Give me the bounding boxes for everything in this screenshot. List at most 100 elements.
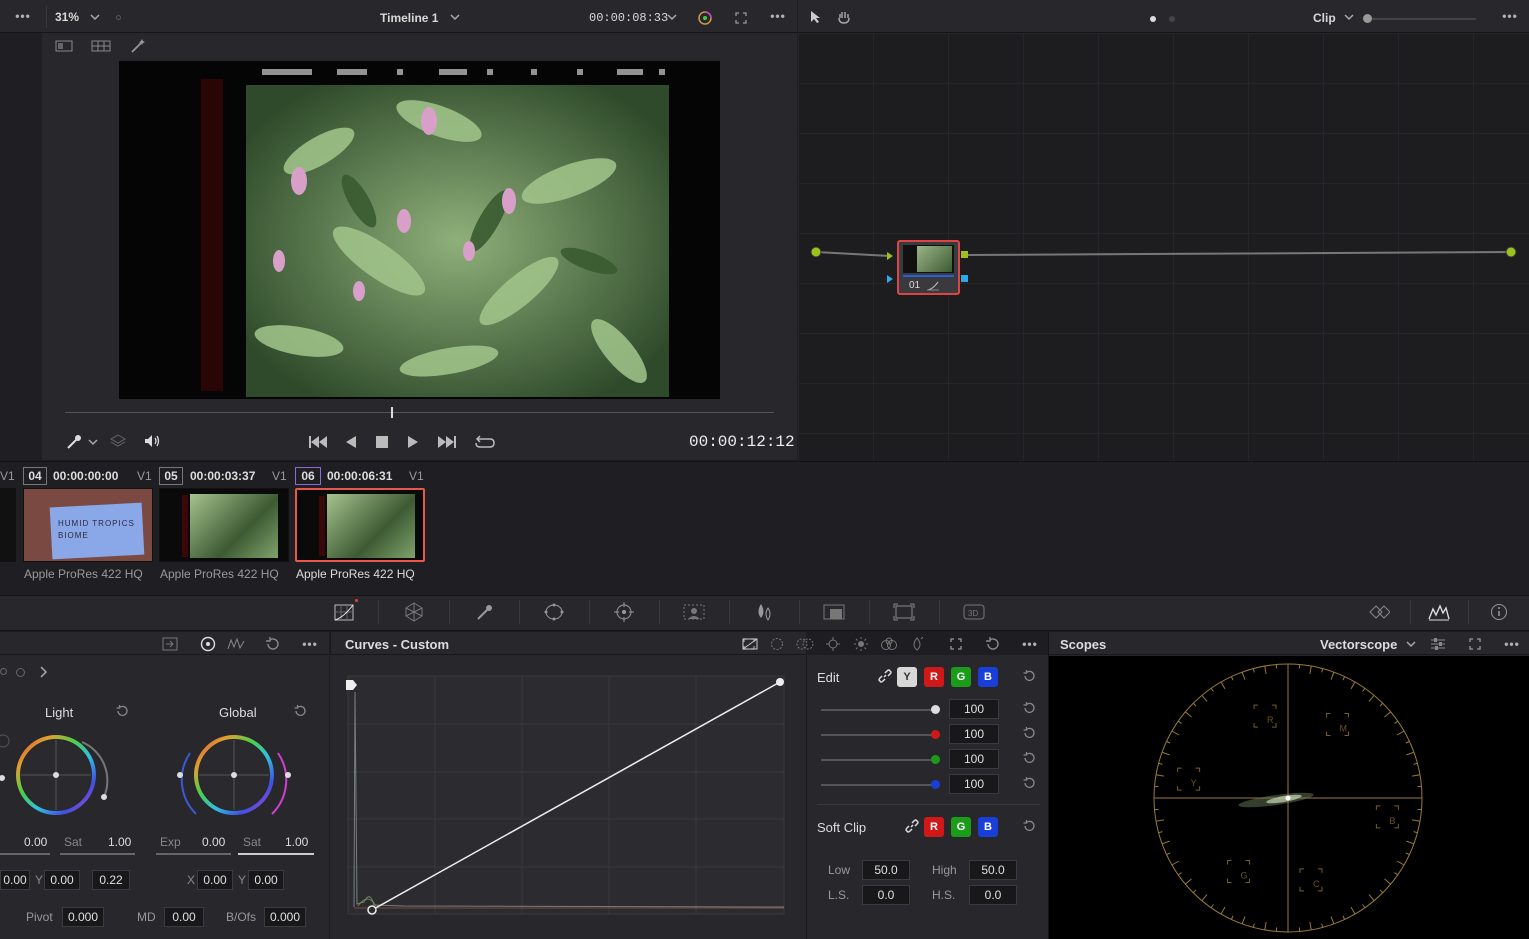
r-intensity-field[interactable]: 100	[949, 724, 999, 744]
md-field[interactable]: 0.00	[164, 907, 204, 927]
global-x-field[interactable]: 0.00	[197, 870, 233, 890]
eyedropper-icon[interactable]	[64, 433, 84, 451]
b-reset-icon[interactable]	[1021, 775, 1037, 791]
pointer-icon[interactable]	[808, 9, 824, 25]
tracker-icon[interactable]	[613, 601, 635, 623]
node-mode-label[interactable]: Clip	[1313, 11, 1336, 25]
exp-slider[interactable]	[156, 853, 231, 855]
soft-clip-r-button[interactable]: R	[924, 817, 944, 837]
y-reset-icon[interactable]	[1021, 700, 1037, 716]
wheels-mode-icon[interactable]	[160, 635, 180, 653]
b-slider-handle[interactable]	[931, 780, 940, 789]
skip-forward-icon[interactable]	[436, 433, 458, 451]
timeline-chevron-icon[interactable]	[449, 11, 461, 23]
node-editor[interactable]: 01	[798, 33, 1529, 460]
g-intensity-slider[interactable]	[821, 759, 939, 761]
curve-graph[interactable]	[344, 672, 788, 918]
skip-back-icon[interactable]	[307, 433, 329, 451]
main-timecode[interactable]: 00:00:12:12	[689, 433, 795, 451]
global-y-field[interactable]: 0.00	[248, 870, 284, 890]
channel-b-button[interactable]: B	[978, 667, 998, 687]
sat-vs-lum-icon[interactable]	[907, 636, 927, 652]
scope-settings-icon[interactable]	[1429, 636, 1447, 652]
pivot-field[interactable]: 0.000	[62, 907, 104, 927]
soft-clip-link-icon[interactable]	[904, 818, 920, 834]
chevron-right-icon[interactable]	[38, 665, 50, 679]
low-field[interactable]: 50.0	[862, 860, 910, 880]
prev-clip-thumbnail[interactable]	[0, 488, 16, 562]
r-intensity-slider[interactable]	[821, 734, 939, 736]
wheels-bars-icon[interactable]	[226, 635, 246, 653]
light-y-field[interactable]: 0.00	[44, 870, 80, 890]
g-slider-handle[interactable]	[931, 755, 940, 764]
speaker-icon[interactable]	[141, 432, 163, 450]
b-intensity-field[interactable]: 100	[949, 774, 999, 794]
page-dot[interactable]	[0, 668, 7, 675]
color-warper-icon[interactable]	[403, 601, 425, 623]
mode-chevron-icon[interactable]	[1343, 11, 1355, 23]
clip-thumbnail-04[interactable]: HUMID TROPICS BIOME	[23, 488, 153, 562]
y-intensity-slider[interactable]	[821, 709, 939, 711]
y-intensity-field[interactable]: 100	[949, 699, 999, 719]
play-reverse-icon[interactable]	[343, 433, 359, 451]
chevron-down-icon[interactable]	[88, 10, 102, 24]
viewer-options-icon[interactable]: •••	[12, 8, 34, 24]
light-sat-value[interactable]: 1.00	[108, 835, 131, 849]
light-reset-icon[interactable]	[114, 703, 130, 719]
color-mode-icon[interactable]	[696, 9, 714, 27]
node-zoom-handle[interactable]	[1363, 14, 1372, 23]
timecode-top[interactable]: 00:00:08:33	[589, 11, 668, 25]
sat-vs-sat-icon[interactable]	[879, 636, 899, 652]
node-options-icon[interactable]: •••	[1499, 8, 1521, 24]
curves-reset-icon[interactable]	[983, 635, 1003, 653]
scope-options-icon[interactable]: •••	[1500, 636, 1524, 652]
channel-r-button[interactable]: R	[924, 667, 944, 687]
info-icon[interactable]	[1488, 601, 1510, 623]
node-zoom-slider[interactable]	[1366, 18, 1476, 20]
custom-curve-icon[interactable]	[740, 636, 760, 652]
b-intensity-slider[interactable]	[821, 784, 939, 786]
blur-icon[interactable]	[753, 601, 775, 623]
clip-thumbnail-06[interactable]	[295, 488, 425, 562]
viewer-menu-icon[interactable]: •••	[767, 8, 789, 24]
node-rgb-input-icon[interactable]	[887, 252, 893, 260]
page-dot[interactable]	[16, 668, 25, 677]
hue-vs-hue-icon[interactable]	[767, 636, 787, 652]
r-slider-handle[interactable]	[931, 730, 940, 739]
soft-clip-g-button[interactable]: G	[951, 817, 971, 837]
exp-value[interactable]: 0.00	[202, 835, 225, 849]
wheels-reset-icon[interactable]	[263, 635, 283, 653]
page-dot[interactable]	[1169, 16, 1175, 22]
scrub-bar[interactable]	[65, 412, 774, 413]
timecode-chevron-icon[interactable]	[666, 11, 678, 23]
ls-field[interactable]: 0.0	[862, 885, 910, 905]
edit-expand-icon[interactable]	[946, 636, 966, 652]
sizing-icon[interactable]	[893, 601, 915, 623]
soft-clip-b-button[interactable]: B	[978, 817, 998, 837]
scope-expand-icon[interactable]	[1466, 636, 1484, 652]
playhead[interactable]	[391, 407, 394, 418]
wheels-options-icon[interactable]: •••	[298, 636, 322, 652]
high-field[interactable]: 50.0	[969, 860, 1017, 880]
window-icon[interactable]	[543, 601, 565, 623]
r-reset-icon[interactable]	[1021, 725, 1037, 741]
global-sat-slider[interactable]	[238, 853, 314, 855]
light-color-wheel[interactable]	[0, 728, 120, 828]
node-key-output-icon[interactable]	[961, 275, 968, 282]
stop-icon[interactable]	[373, 433, 391, 451]
channel-y-button[interactable]: Y	[897, 667, 917, 687]
single-view-icon[interactable]	[54, 39, 74, 53]
y-slider-handle[interactable]	[931, 705, 940, 714]
layers-icon[interactable]	[108, 432, 128, 450]
scope-type-chevron-icon[interactable]	[1405, 638, 1417, 650]
global-color-wheel[interactable]	[176, 728, 296, 828]
magic-wand-icon[interactable]	[128, 37, 148, 55]
timeline-name[interactable]: Timeline 1	[380, 11, 438, 25]
light-sat-slider[interactable]	[60, 853, 135, 855]
link-icon[interactable]	[877, 668, 893, 684]
light-l-field[interactable]: 0.22	[92, 870, 130, 890]
eyedropper-chevron-icon[interactable]	[87, 436, 99, 448]
edit-reset-icon[interactable]	[1021, 668, 1037, 684]
hue-vs-sat-icon[interactable]	[795, 636, 815, 652]
scopes-icon[interactable]	[1428, 601, 1450, 623]
